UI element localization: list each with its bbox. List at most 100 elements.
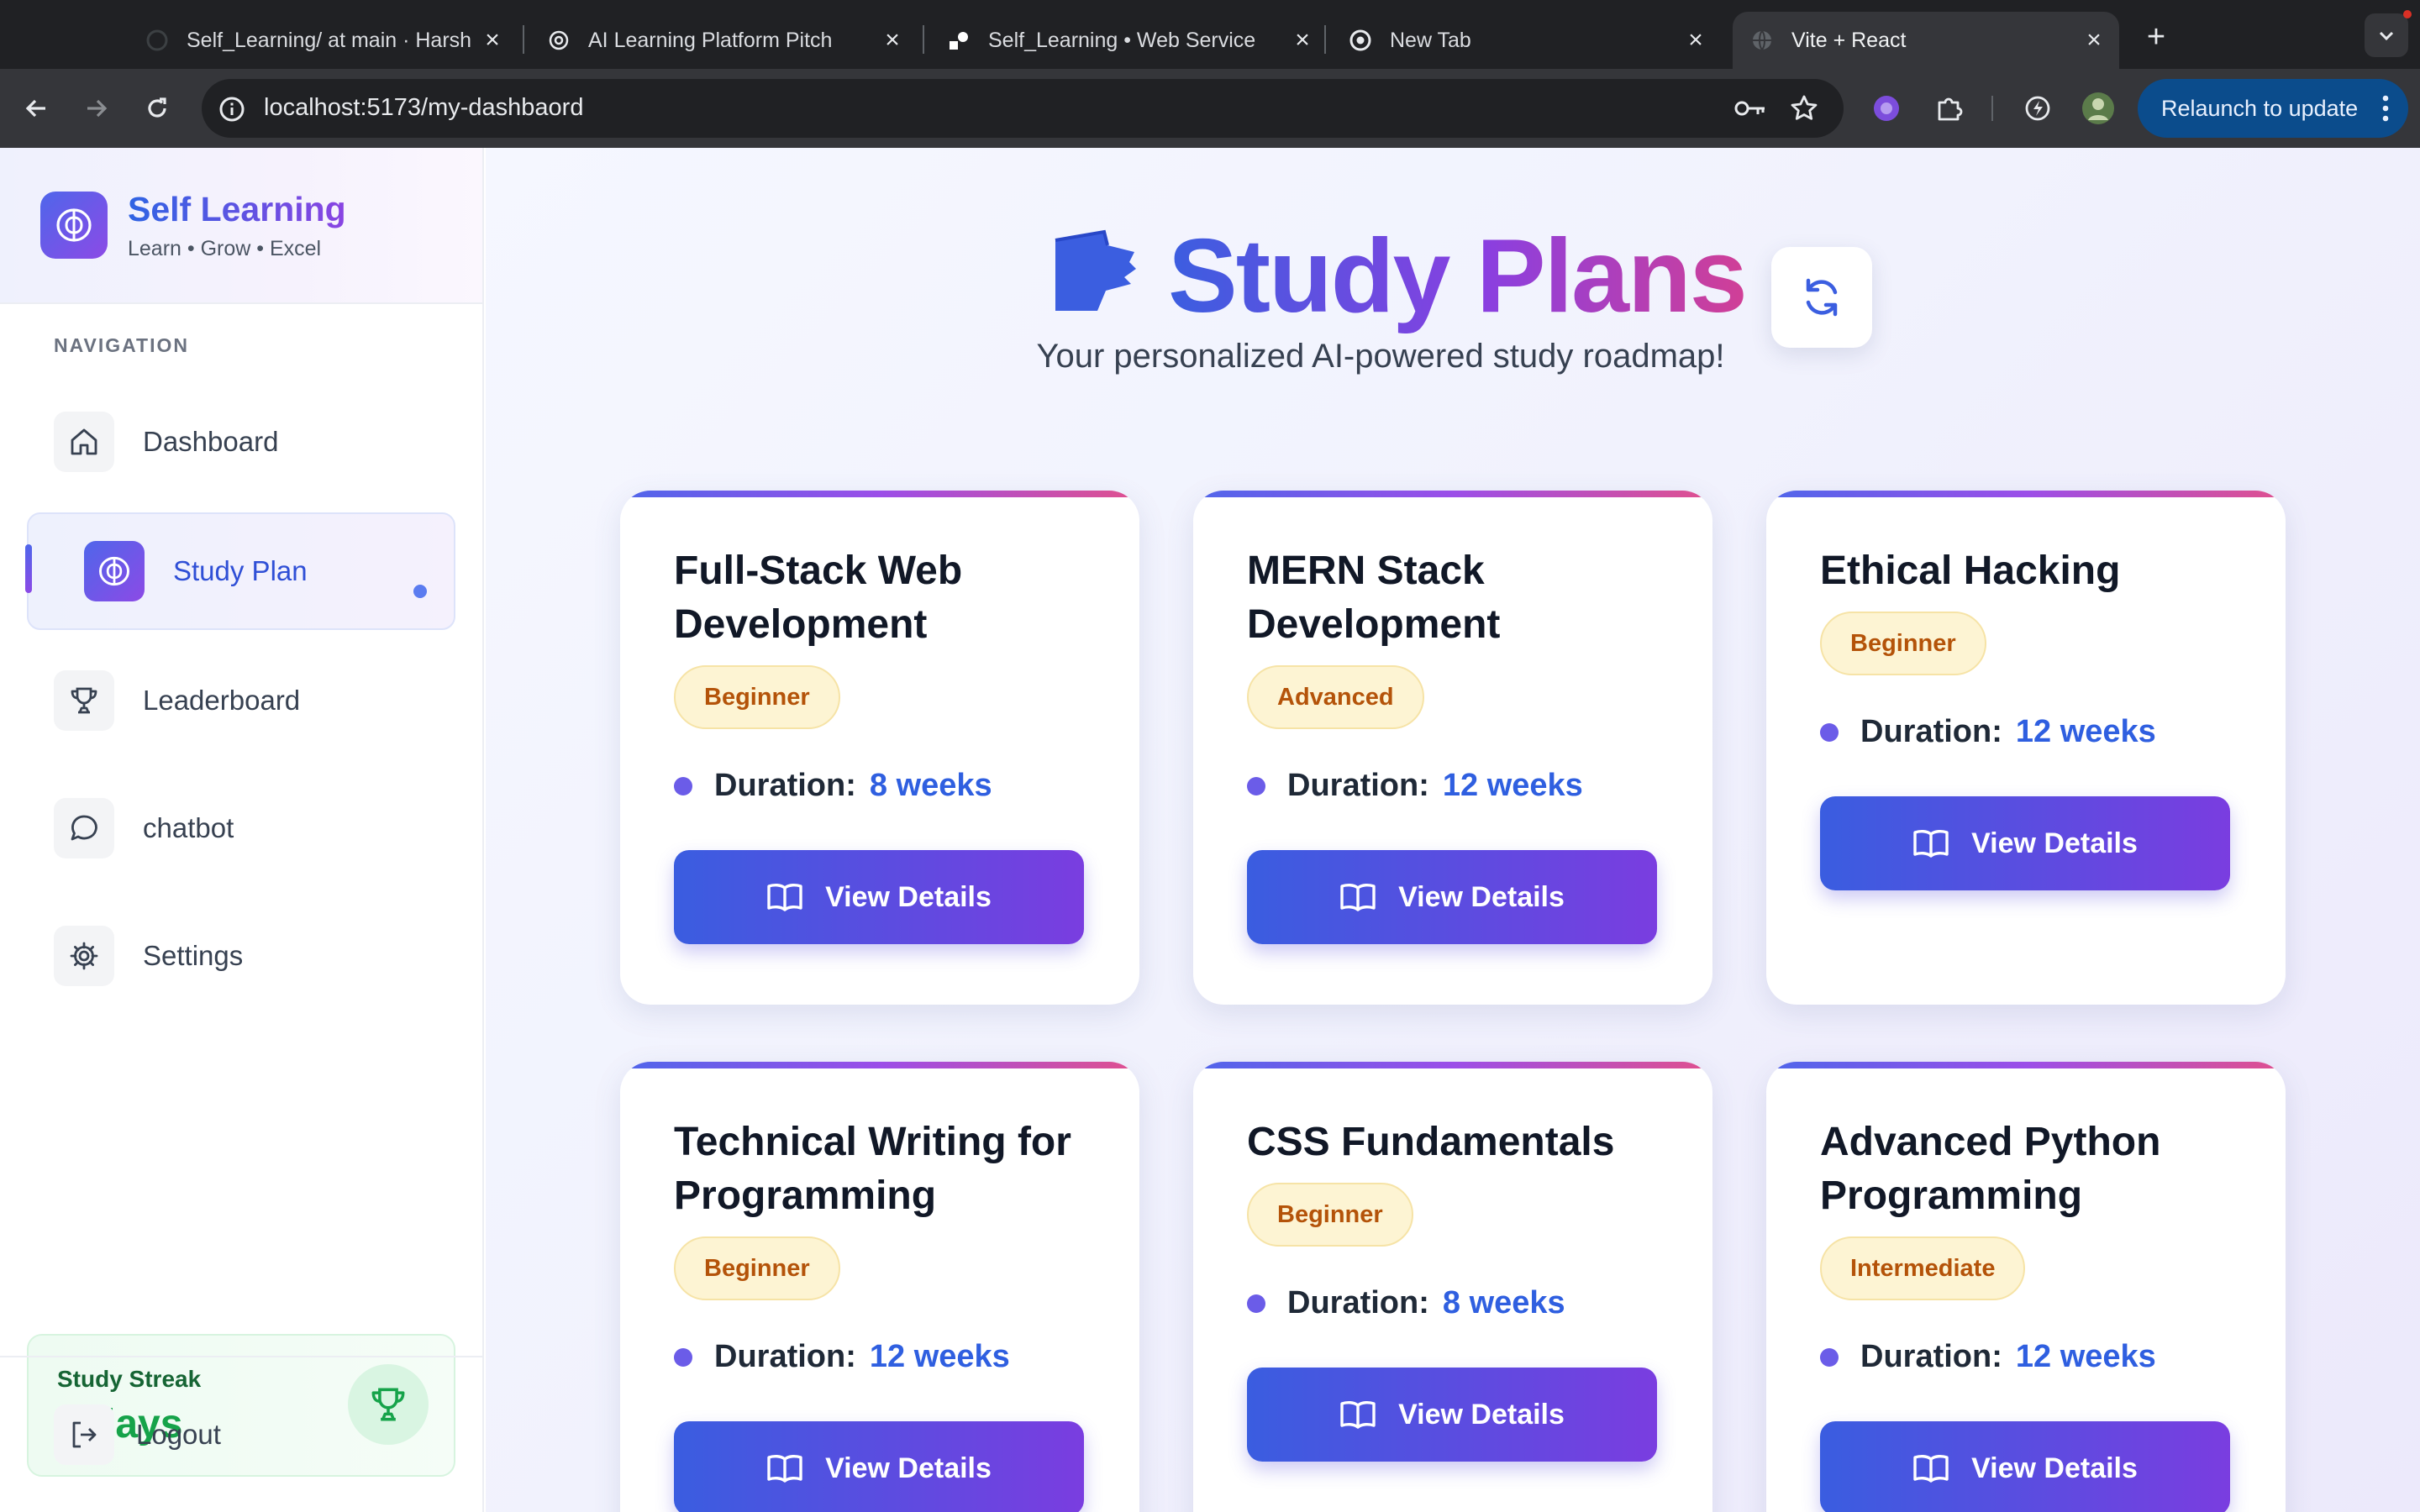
page-subtitle: Your personalized AI-powered study roadm… bbox=[1036, 338, 1725, 375]
profile-avatar[interactable] bbox=[2077, 87, 2119, 129]
card-title: Ethical Hacking bbox=[1820, 549, 2121, 593]
close-tab-icon[interactable]: × bbox=[1679, 24, 1712, 57]
sidebar-item-chatbot[interactable]: chatbot bbox=[27, 769, 455, 887]
toolbar-divider bbox=[1991, 96, 1993, 121]
github-icon bbox=[146, 29, 168, 51]
book-icon bbox=[1340, 1400, 1376, 1429]
sidebar-item-label: chatbot bbox=[143, 812, 234, 843]
relaunch-button[interactable]: Relaunch to update bbox=[2138, 79, 2408, 138]
logout-icon bbox=[54, 1404, 114, 1465]
back-button[interactable] bbox=[15, 87, 57, 129]
view-details-button[interactable]: View Details bbox=[674, 1421, 1084, 1512]
page-title: Study Plans bbox=[1168, 213, 1748, 339]
refresh-icon bbox=[1806, 278, 1838, 317]
sidebar-item-label: Study Plan bbox=[173, 555, 308, 586]
browser-tab[interactable]: Self_Learning • Web Service × bbox=[929, 12, 1328, 69]
refresh-button[interactable] bbox=[1771, 247, 1872, 348]
sidebar: Self Learning Learn • Grow • Excel NAVIG… bbox=[0, 148, 484, 1512]
duration-label: Duration: bbox=[1860, 1339, 2002, 1374]
url-text[interactable]: localhost:5173/my-dashbaord bbox=[264, 91, 583, 124]
reload-button[interactable] bbox=[136, 87, 178, 129]
view-details-label: View Details bbox=[1971, 1452, 2138, 1484]
bullet-dot bbox=[1247, 776, 1265, 795]
study-plan-card: Advanced Python Programming Intermediate… bbox=[1766, 1062, 2286, 1512]
book-open-icon bbox=[1052, 225, 1144, 318]
sidebar-item-leaderboard[interactable]: Leaderboard bbox=[27, 642, 455, 759]
password-key-icon[interactable] bbox=[1729, 87, 1771, 129]
site-info-icon[interactable] bbox=[215, 92, 249, 126]
bookmark-star-icon[interactable] bbox=[1783, 87, 1825, 129]
brand-header: Self Learning Learn • Grow • Excel bbox=[0, 148, 482, 304]
level-badge: Beginner bbox=[674, 665, 840, 729]
sidebar-item-label: Dashboard bbox=[143, 426, 279, 457]
brand-title: Self Learning bbox=[128, 190, 346, 228]
tab-title: New Tab bbox=[1390, 28, 1471, 52]
bullet-dot bbox=[1820, 722, 1839, 742]
bullet-dot bbox=[1820, 1347, 1839, 1367]
duration-row: Duration: 8 weeks bbox=[1247, 1285, 1565, 1321]
browser-tab[interactable]: Self_Learning/ at main · Harsh × bbox=[128, 12, 518, 69]
level-badge: Beginner bbox=[1820, 612, 1986, 675]
sidebar-item-settings[interactable]: Settings bbox=[27, 897, 455, 1015]
reload-icon bbox=[148, 97, 166, 118]
level-badge: Intermediate bbox=[1820, 1236, 2026, 1300]
tab-separator bbox=[523, 25, 524, 54]
home-icon bbox=[54, 412, 114, 472]
view-details-label: View Details bbox=[1398, 880, 1565, 913]
duration-value: 8 weeks bbox=[1442, 1285, 1565, 1320]
book-icon bbox=[767, 1454, 802, 1483]
view-details-button[interactable]: View Details bbox=[1820, 796, 2230, 890]
duration-label: Duration: bbox=[1287, 1285, 1429, 1320]
tab-title: Self_Learning/ at main · Harsh bbox=[187, 28, 472, 52]
close-tab-icon[interactable]: × bbox=[2077, 24, 2111, 57]
duration-row: Duration: 12 weeks bbox=[1247, 768, 1583, 804]
duration-value: 12 weeks bbox=[869, 1339, 1010, 1374]
brain-icon bbox=[84, 541, 145, 601]
card-title: CSS Fundamentals bbox=[1247, 1120, 1615, 1164]
bullet-dot bbox=[674, 1347, 692, 1367]
duration-row: Duration: 12 weeks bbox=[674, 1339, 1010, 1375]
level-badge: Beginner bbox=[1247, 1183, 1413, 1247]
duration-row: Duration: 12 weeks bbox=[1820, 714, 2156, 750]
book-icon bbox=[1913, 1454, 1949, 1483]
logout-button[interactable]: Logout bbox=[27, 1376, 455, 1494]
study-plan-card: Full-Stack Web Development Beginner Dura… bbox=[620, 491, 1139, 1005]
close-tab-icon[interactable]: × bbox=[1286, 24, 1319, 57]
performance-icon[interactable] bbox=[2017, 87, 2059, 129]
sidebar-item-study-plan[interactable]: Study Plan bbox=[27, 512, 455, 630]
browser-tab[interactable]: New Tab × bbox=[1331, 12, 1721, 69]
chat-icon bbox=[54, 798, 114, 858]
trophy-icon bbox=[54, 670, 114, 731]
view-details-button[interactable]: View Details bbox=[1820, 1421, 2230, 1512]
view-details-button[interactable]: View Details bbox=[674, 850, 1084, 944]
extension-icon[interactable] bbox=[1865, 87, 1907, 129]
tab-title: Self_Learning • Web Service bbox=[988, 28, 1256, 52]
notification-dot bbox=[2403, 10, 2412, 18]
extensions-puzzle-icon[interactable] bbox=[1928, 87, 1970, 129]
view-details-button[interactable]: View Details bbox=[1247, 850, 1657, 944]
forward-button[interactable] bbox=[76, 87, 118, 129]
browser-tab[interactable]: AI Learning Platform Pitch × bbox=[529, 12, 918, 69]
tab-separator bbox=[1324, 25, 1326, 54]
sidebar-item-dashboard[interactable]: Dashboard bbox=[27, 383, 455, 501]
view-details-label: View Details bbox=[1398, 1398, 1565, 1431]
study-plan-card: MERN Stack Development Advanced Duration… bbox=[1193, 491, 1712, 1005]
bullet-dot bbox=[1247, 1294, 1265, 1313]
book-icon bbox=[767, 883, 802, 911]
render-icon bbox=[948, 29, 970, 51]
browser-tab-active[interactable]: Vite + React × bbox=[1733, 12, 2119, 69]
chrome-icon bbox=[1349, 29, 1371, 51]
active-indicator-bar bbox=[25, 544, 32, 593]
new-tab-button[interactable]: + bbox=[2136, 17, 2176, 57]
close-tab-icon[interactable]: × bbox=[476, 24, 509, 57]
duration-value: 12 weeks bbox=[2015, 1339, 2156, 1374]
arrow-left-icon bbox=[25, 99, 45, 118]
logout-label: Logout bbox=[136, 1419, 221, 1450]
tab-search-button[interactable] bbox=[2365, 13, 2408, 57]
brain-logo-icon bbox=[40, 192, 108, 259]
view-details-label: View Details bbox=[825, 880, 992, 913]
book-icon bbox=[1340, 883, 1376, 911]
close-tab-icon[interactable]: × bbox=[876, 24, 909, 57]
card-title: Technical Writing for Programming bbox=[674, 1120, 1071, 1218]
view-details-button[interactable]: View Details bbox=[1247, 1368, 1657, 1462]
